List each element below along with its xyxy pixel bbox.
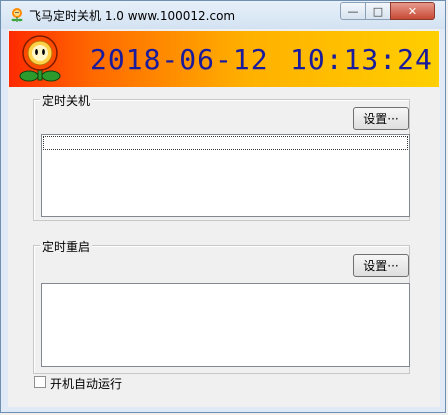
app-icon [11, 8, 23, 22]
autostart-checkbox[interactable] [34, 376, 46, 388]
close-button[interactable]: ✕ [390, 2, 435, 20]
client-area: 2018-06-12 10:13:24 定时关机 设置··· 定时重启 设置··… [8, 29, 440, 407]
restart-groupbox: 定时重启 设置··· [33, 238, 410, 374]
list-focus-row[interactable] [43, 136, 408, 150]
minimize-button[interactable]: — [340, 2, 366, 20]
time-display: 10:13:24 [290, 43, 433, 76]
restart-settings-button[interactable]: 设置··· [353, 254, 409, 277]
shutdown-groupbox: 定时关机 设置··· [33, 92, 410, 221]
autostart-label: 开机自动运行 [50, 377, 123, 391]
restart-group-label: 定时重启 [40, 238, 93, 255]
shutdown-settings-button[interactable]: 设置··· [353, 107, 409, 130]
restart-task-list[interactable] [41, 283, 410, 367]
shutdown-task-list[interactable] [41, 134, 410, 217]
maximize-button[interactable]: □ [365, 2, 391, 20]
clock-banner: 2018-06-12 10:13:24 [9, 31, 439, 87]
flower-icon [19, 35, 61, 82]
title-bar[interactable]: 飞马定时关机 1.0 www.100012.com — □ ✕ [1, 1, 445, 29]
date-display: 2018-06-12 [90, 43, 269, 76]
shutdown-group-label: 定时关机 [40, 92, 93, 109]
window-title: 飞马定时关机 1.0 www.100012.com [29, 9, 236, 23]
app-window: 飞马定时关机 1.0 www.100012.com — □ ✕ 2018-06-… [0, 0, 446, 413]
